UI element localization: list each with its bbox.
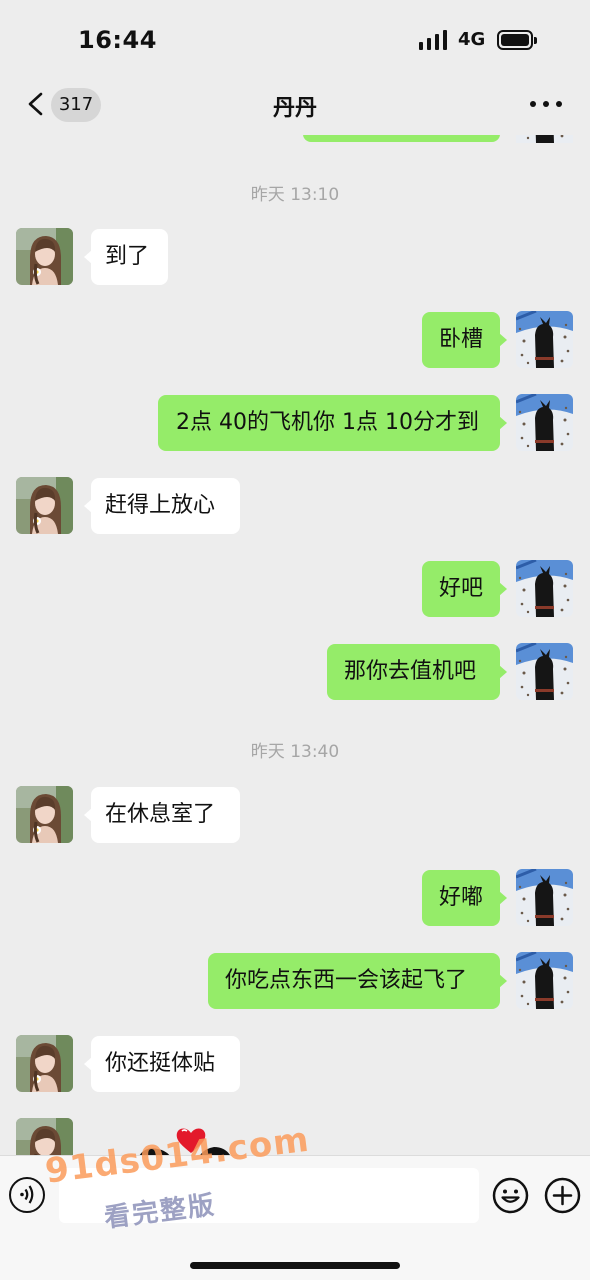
contact-avatar[interactable] (16, 786, 73, 843)
contact-name: 丹丹 (272, 96, 317, 121)
home-indicator[interactable] (190, 1262, 400, 1269)
status-bar: 16:44 4G (0, 0, 590, 80)
contact-avatar[interactable] (16, 228, 73, 285)
contact-avatar[interactable] (16, 477, 73, 534)
message-bubble-outgoing[interactable]: 你吃点东西一会该起飞了 (208, 953, 507, 1009)
message-bubble-incoming[interactable]: 你还挺体贴 (84, 1036, 240, 1092)
contact-avatar[interactable] (16, 1035, 73, 1092)
voice-icon[interactable] (9, 1177, 45, 1213)
my-avatar[interactable] (516, 952, 573, 1009)
message-bubble-outgoing[interactable]: 卧槽 (422, 312, 507, 368)
message-bubble-outgoing[interactable]: 好吧 (422, 561, 507, 617)
my-avatar[interactable] (516, 560, 573, 617)
chat-header: 317 丹丹 (0, 80, 590, 135)
signal-icon (419, 30, 449, 50)
my-avatar[interactable] (516, 311, 573, 368)
timestamp: 昨天 13:40 (250, 742, 340, 762)
my-avatar[interactable] (516, 869, 573, 926)
message-bubble-incoming[interactable]: 在休息室了 (84, 787, 240, 843)
back-button[interactable]: 317 (20, 82, 110, 126)
more-dots-icon[interactable] (526, 92, 566, 114)
message-bubble-outgoing[interactable]: 那你去值机吧 (327, 644, 507, 700)
message-bubble-incoming[interactable]: 到了 (84, 229, 168, 285)
plus-icon[interactable] (544, 1177, 581, 1214)
chevron-left-icon (28, 92, 43, 116)
battery-icon (497, 30, 537, 50)
message-bubble-outgoing[interactable]: 2点 40的飞机你 1点 10分才到 (158, 395, 507, 451)
my-avatar (516, 135, 573, 143)
message-list[interactable]: 昨天 13:10 到了 卧槽 2点 40的飞机你 1点 10分才到 赶得上放心 … (0, 135, 590, 1155)
unread-count-badge: 317 (51, 88, 101, 122)
network-label: 4G (458, 29, 486, 50)
partial-message-bubble (303, 135, 500, 142)
timestamp: 昨天 13:10 (250, 185, 340, 205)
message-bubble-outgoing[interactable]: 好嘟 (422, 870, 507, 926)
my-avatar[interactable] (516, 394, 573, 451)
emoji-icon[interactable] (492, 1177, 529, 1214)
my-avatar[interactable] (516, 643, 573, 700)
status-time: 16:44 (78, 26, 157, 54)
message-bubble-incoming[interactable]: 赶得上放心 (84, 478, 240, 534)
